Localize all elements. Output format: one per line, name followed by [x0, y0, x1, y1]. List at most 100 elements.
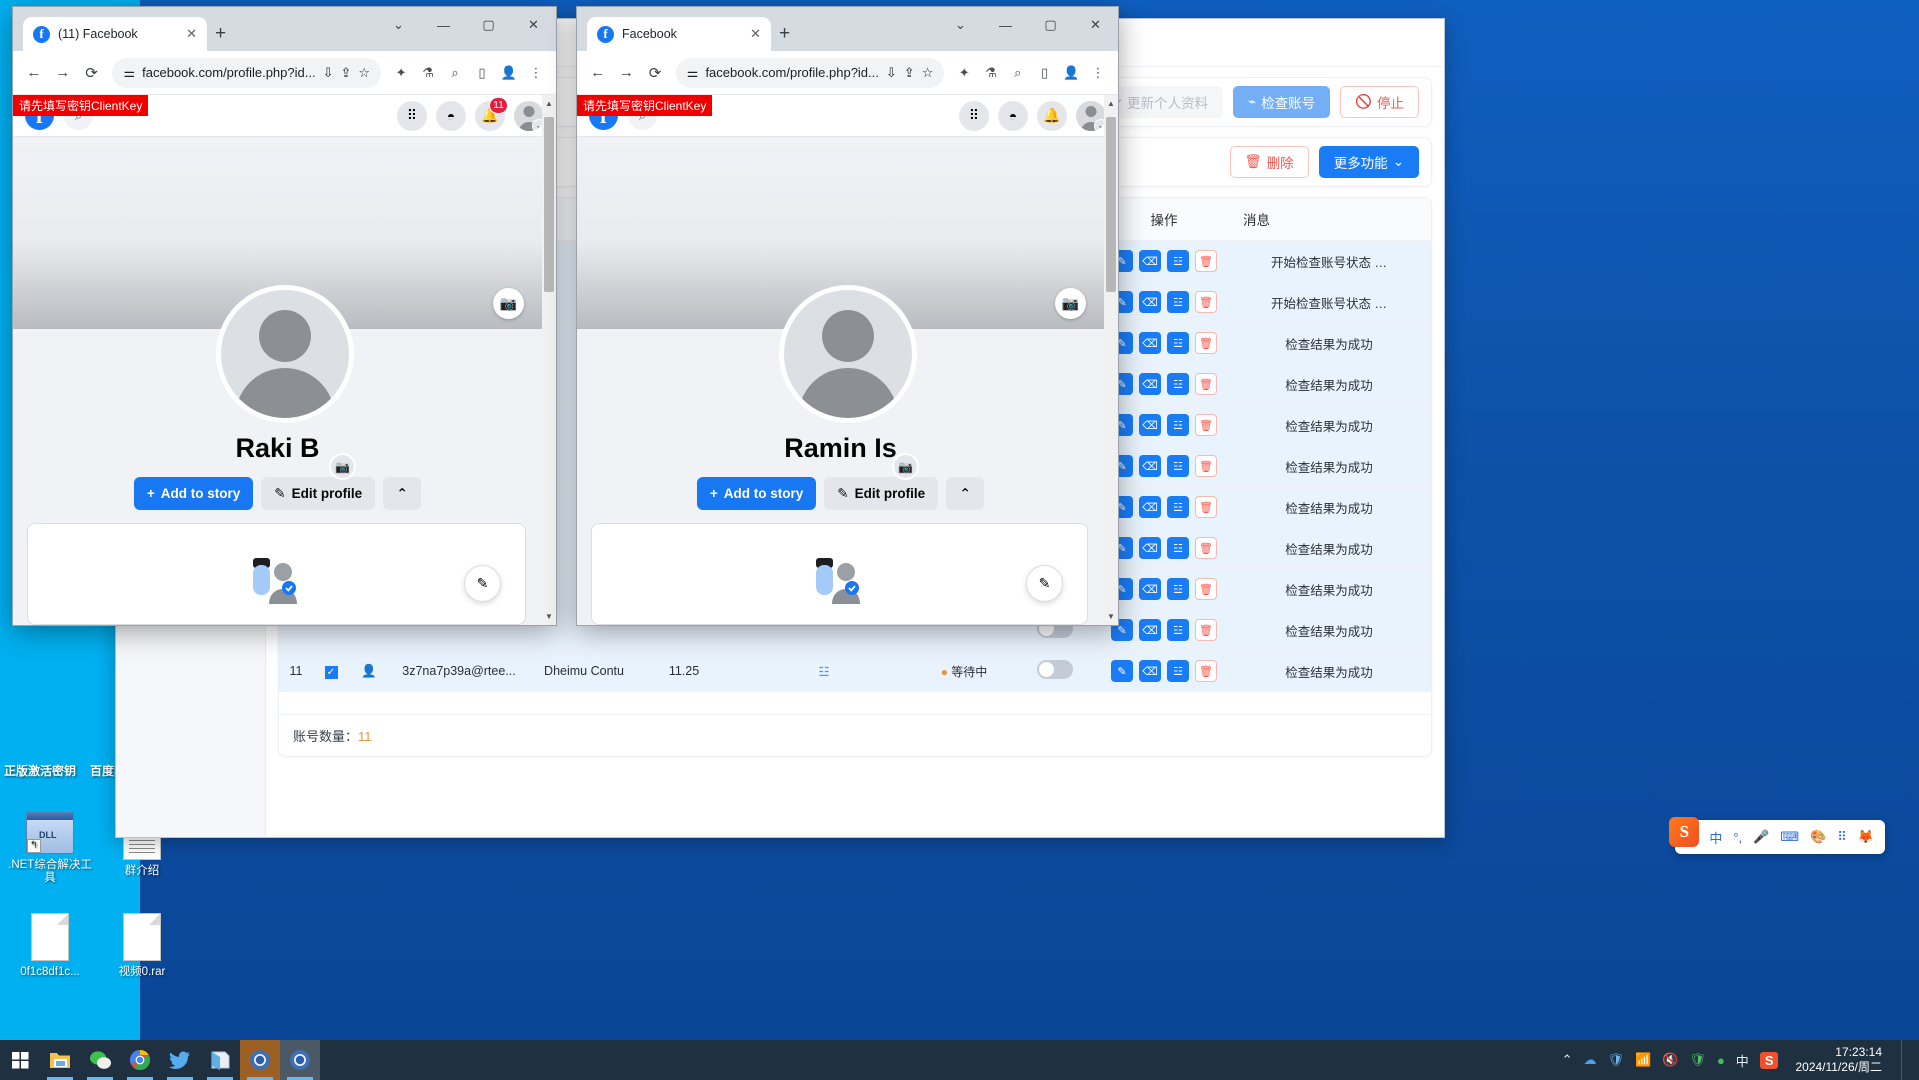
taskbar-chromium-2[interactable]: [280, 1040, 320, 1080]
cell-actions[interactable]: ✎ ⌫ ☳ 🗑: [1101, 404, 1227, 446]
cell-select[interactable]: ✓: [313, 650, 349, 692]
profile-picture-2[interactable]: [778, 285, 917, 423]
clean-icon[interactable]: ⌫: [1139, 250, 1161, 272]
fingerprint-icon[interactable]: ☳: [1167, 455, 1189, 477]
notifications-bell-icon[interactable]: 🔔: [1037, 100, 1067, 131]
cell-actions[interactable]: ✎ ⌫ ☳ 🗑: [1101, 609, 1227, 651]
back-icon[interactable]: ←: [585, 59, 611, 87]
taskbar-twitter[interactable]: [160, 1040, 200, 1080]
chrome-menu-icon[interactable]: ⋮: [1086, 60, 1110, 86]
fingerprint-icon[interactable]: ☳: [1167, 578, 1189, 600]
profile-avatar-icon[interactable]: 👤: [1059, 60, 1083, 86]
table-row[interactable]: 11 ✓ 👤 3z7na7p39a@rtee... Dheimu Contu 11.25 ☳…: [279, 650, 1431, 692]
clean-icon[interactable]: ⌫: [1139, 619, 1161, 641]
side-panel-icon[interactable]: ▯: [1033, 60, 1057, 86]
fingerprint-icon[interactable]: ☳: [1167, 291, 1189, 313]
cell-actions[interactable]: ✎ ⌫ ☳ 🗑: [1101, 240, 1227, 282]
cell-actions[interactable]: ✎ ⌫ ☳ 🗑: [1101, 486, 1227, 528]
edit-profile-button[interactable]: ✎ Edit profile: [824, 477, 939, 510]
taskbar-file-explorer[interactable]: [40, 1040, 80, 1080]
fingerprint-icon[interactable]: ☳: [1167, 250, 1189, 272]
delete-icon[interactable]: 🗑: [1195, 250, 1217, 272]
page-scrollbar-2[interactable]: ▲ ▼: [1104, 95, 1118, 625]
more-functions-button[interactable]: 更多功能 ⌄: [1318, 146, 1419, 178]
profile-more-chevron-button[interactable]: ⌃: [946, 477, 985, 510]
cell-actions[interactable]: ✎ ⌫ ☳ 🗑: [1101, 363, 1227, 405]
edit-recommendations-fab[interactable]: ✎: [464, 565, 501, 602]
notifications-bell-icon[interactable]: 🔔 11: [475, 96, 508, 131]
extensions-icon[interactable]: ✦: [389, 60, 413, 86]
start-button[interactable]: [0, 1040, 40, 1080]
back-icon[interactable]: ←: [21, 59, 47, 87]
page-scrollbar-1[interactable]: ▲ ▼: [542, 95, 556, 625]
search-icon[interactable]: ⌕: [443, 60, 467, 86]
reload-icon[interactable]: ⟳: [79, 59, 105, 87]
reload-icon[interactable]: ⟳: [642, 59, 668, 87]
search-icon[interactable]: ⌕: [1006, 60, 1030, 86]
clean-icon[interactable]: ⌫: [1139, 332, 1161, 354]
fingerprint-icon[interactable]: ☳: [818, 665, 829, 679]
add-to-story-button[interactable]: + Add to story: [696, 477, 817, 510]
delete-icon[interactable]: 🗑: [1195, 660, 1217, 682]
lab-extension-icon[interactable]: ⚗: [979, 60, 1003, 86]
edit-profile-picture-camera-icon[interactable]: 📷: [329, 453, 356, 480]
show-desktop-button[interactable]: [1901, 1040, 1909, 1080]
taskbar-notepad[interactable]: [200, 1040, 240, 1080]
taskbar-wechat[interactable]: [80, 1040, 120, 1080]
profile-picture-1[interactable]: [215, 285, 354, 423]
tab-search-icon[interactable]: ⌄: [938, 7, 983, 43]
fingerprint-icon[interactable]: ☳: [1167, 619, 1189, 641]
stop-button[interactable]: 🚫 停止: [1340, 86, 1419, 118]
edit-recommendations-fab[interactable]: ✎: [1026, 565, 1063, 602]
new-tab-button[interactable]: +: [779, 23, 790, 51]
delete-button[interactable]: 🗑 删除: [1229, 146, 1309, 178]
delete-icon[interactable]: 🗑: [1195, 332, 1217, 354]
scroll-up-arrow-icon[interactable]: ▲: [1104, 95, 1118, 112]
chevron-up-icon[interactable]: ⌃: [1562, 1052, 1573, 1068]
cell-browser-toggle[interactable]: [1009, 650, 1101, 692]
cell-actions[interactable]: ✎ ⌫ ☳ 🗑: [1101, 650, 1227, 692]
fingerprint-icon[interactable]: ☳: [1167, 332, 1189, 354]
fingerprint-icon[interactable]: ☳: [1167, 414, 1189, 436]
toolbox-icon[interactable]: 🎨: [1810, 829, 1826, 845]
edit-profile-button[interactable]: ✎ Edit profile: [261, 477, 376, 510]
extensions-icon[interactable]: ✦: [952, 60, 976, 86]
chrome-window-1[interactable]: f (11) Facebook ✕ + ⌄ — ▢ ✕ ← → ⟳ ⚌ face…: [12, 6, 557, 626]
clean-icon[interactable]: ⌫: [1139, 496, 1161, 518]
share-icon[interactable]: ⇪: [340, 65, 351, 81]
lab-extension-icon[interactable]: ⚗: [416, 60, 440, 86]
browser-tab-1[interactable]: f (11) Facebook ✕: [23, 17, 207, 51]
forward-icon[interactable]: →: [614, 59, 640, 87]
cell-actions[interactable]: ✎ ⌫ ☳ 🗑: [1101, 281, 1227, 323]
fingerprint-icon[interactable]: ☳: [1167, 660, 1189, 682]
scrollbar-thumb[interactable]: [544, 117, 554, 292]
share-icon[interactable]: ⇪: [904, 65, 915, 81]
edit-cover-camera-icon[interactable]: 📷: [1055, 288, 1086, 319]
check-account-button[interactable]: ⌁ 检查账号: [1233, 86, 1331, 118]
keyboard-icon[interactable]: ⌨: [1780, 829, 1799, 845]
taskbar-chromium-active[interactable]: [240, 1040, 280, 1080]
forward-icon[interactable]: →: [50, 59, 76, 87]
close-window-button[interactable]: ✕: [1073, 7, 1118, 43]
site-settings-icon[interactable]: ⚌: [687, 65, 699, 81]
delete-icon[interactable]: 🗑: [1195, 373, 1217, 395]
sogou-ime-toolbar[interactable]: S 中 °, 🎤 ⌨ 🎨 ⠿ 🦊: [1669, 817, 1885, 854]
row-checkbox[interactable]: ✓: [324, 665, 338, 679]
account-avatar[interactable]: ⌄: [514, 100, 544, 131]
clean-icon[interactable]: ⌫: [1139, 414, 1161, 436]
scroll-down-arrow-icon[interactable]: ▼: [542, 608, 556, 625]
chrome-window-2[interactable]: f Facebook ✕ + ⌄ — ▢ ✕ ← → ⟳ ⚌ facebook.…: [576, 6, 1119, 626]
tab-search-icon[interactable]: ⌄: [376, 7, 421, 43]
onedrive-icon[interactable]: ☁: [1584, 1052, 1597, 1068]
scrollbar-thumb[interactable]: [1106, 117, 1116, 292]
cell-actions[interactable]: ✎ ⌫ ☳ 🗑: [1101, 322, 1227, 364]
minimize-button[interactable]: —: [421, 7, 466, 43]
punctuation-icon[interactable]: °,: [1733, 830, 1742, 845]
apps-icon[interactable]: ⠿: [1837, 829, 1847, 845]
scroll-down-arrow-icon[interactable]: ▼: [1104, 608, 1118, 625]
tray-ime-language[interactable]: 中: [1736, 1051, 1749, 1070]
browser-toggle[interactable]: [1037, 660, 1073, 679]
edit-icon[interactable]: ✎: [1111, 660, 1133, 682]
browser-tab-2[interactable]: f Facebook ✕: [587, 17, 771, 51]
messenger-icon[interactable]: ◓: [436, 100, 466, 131]
